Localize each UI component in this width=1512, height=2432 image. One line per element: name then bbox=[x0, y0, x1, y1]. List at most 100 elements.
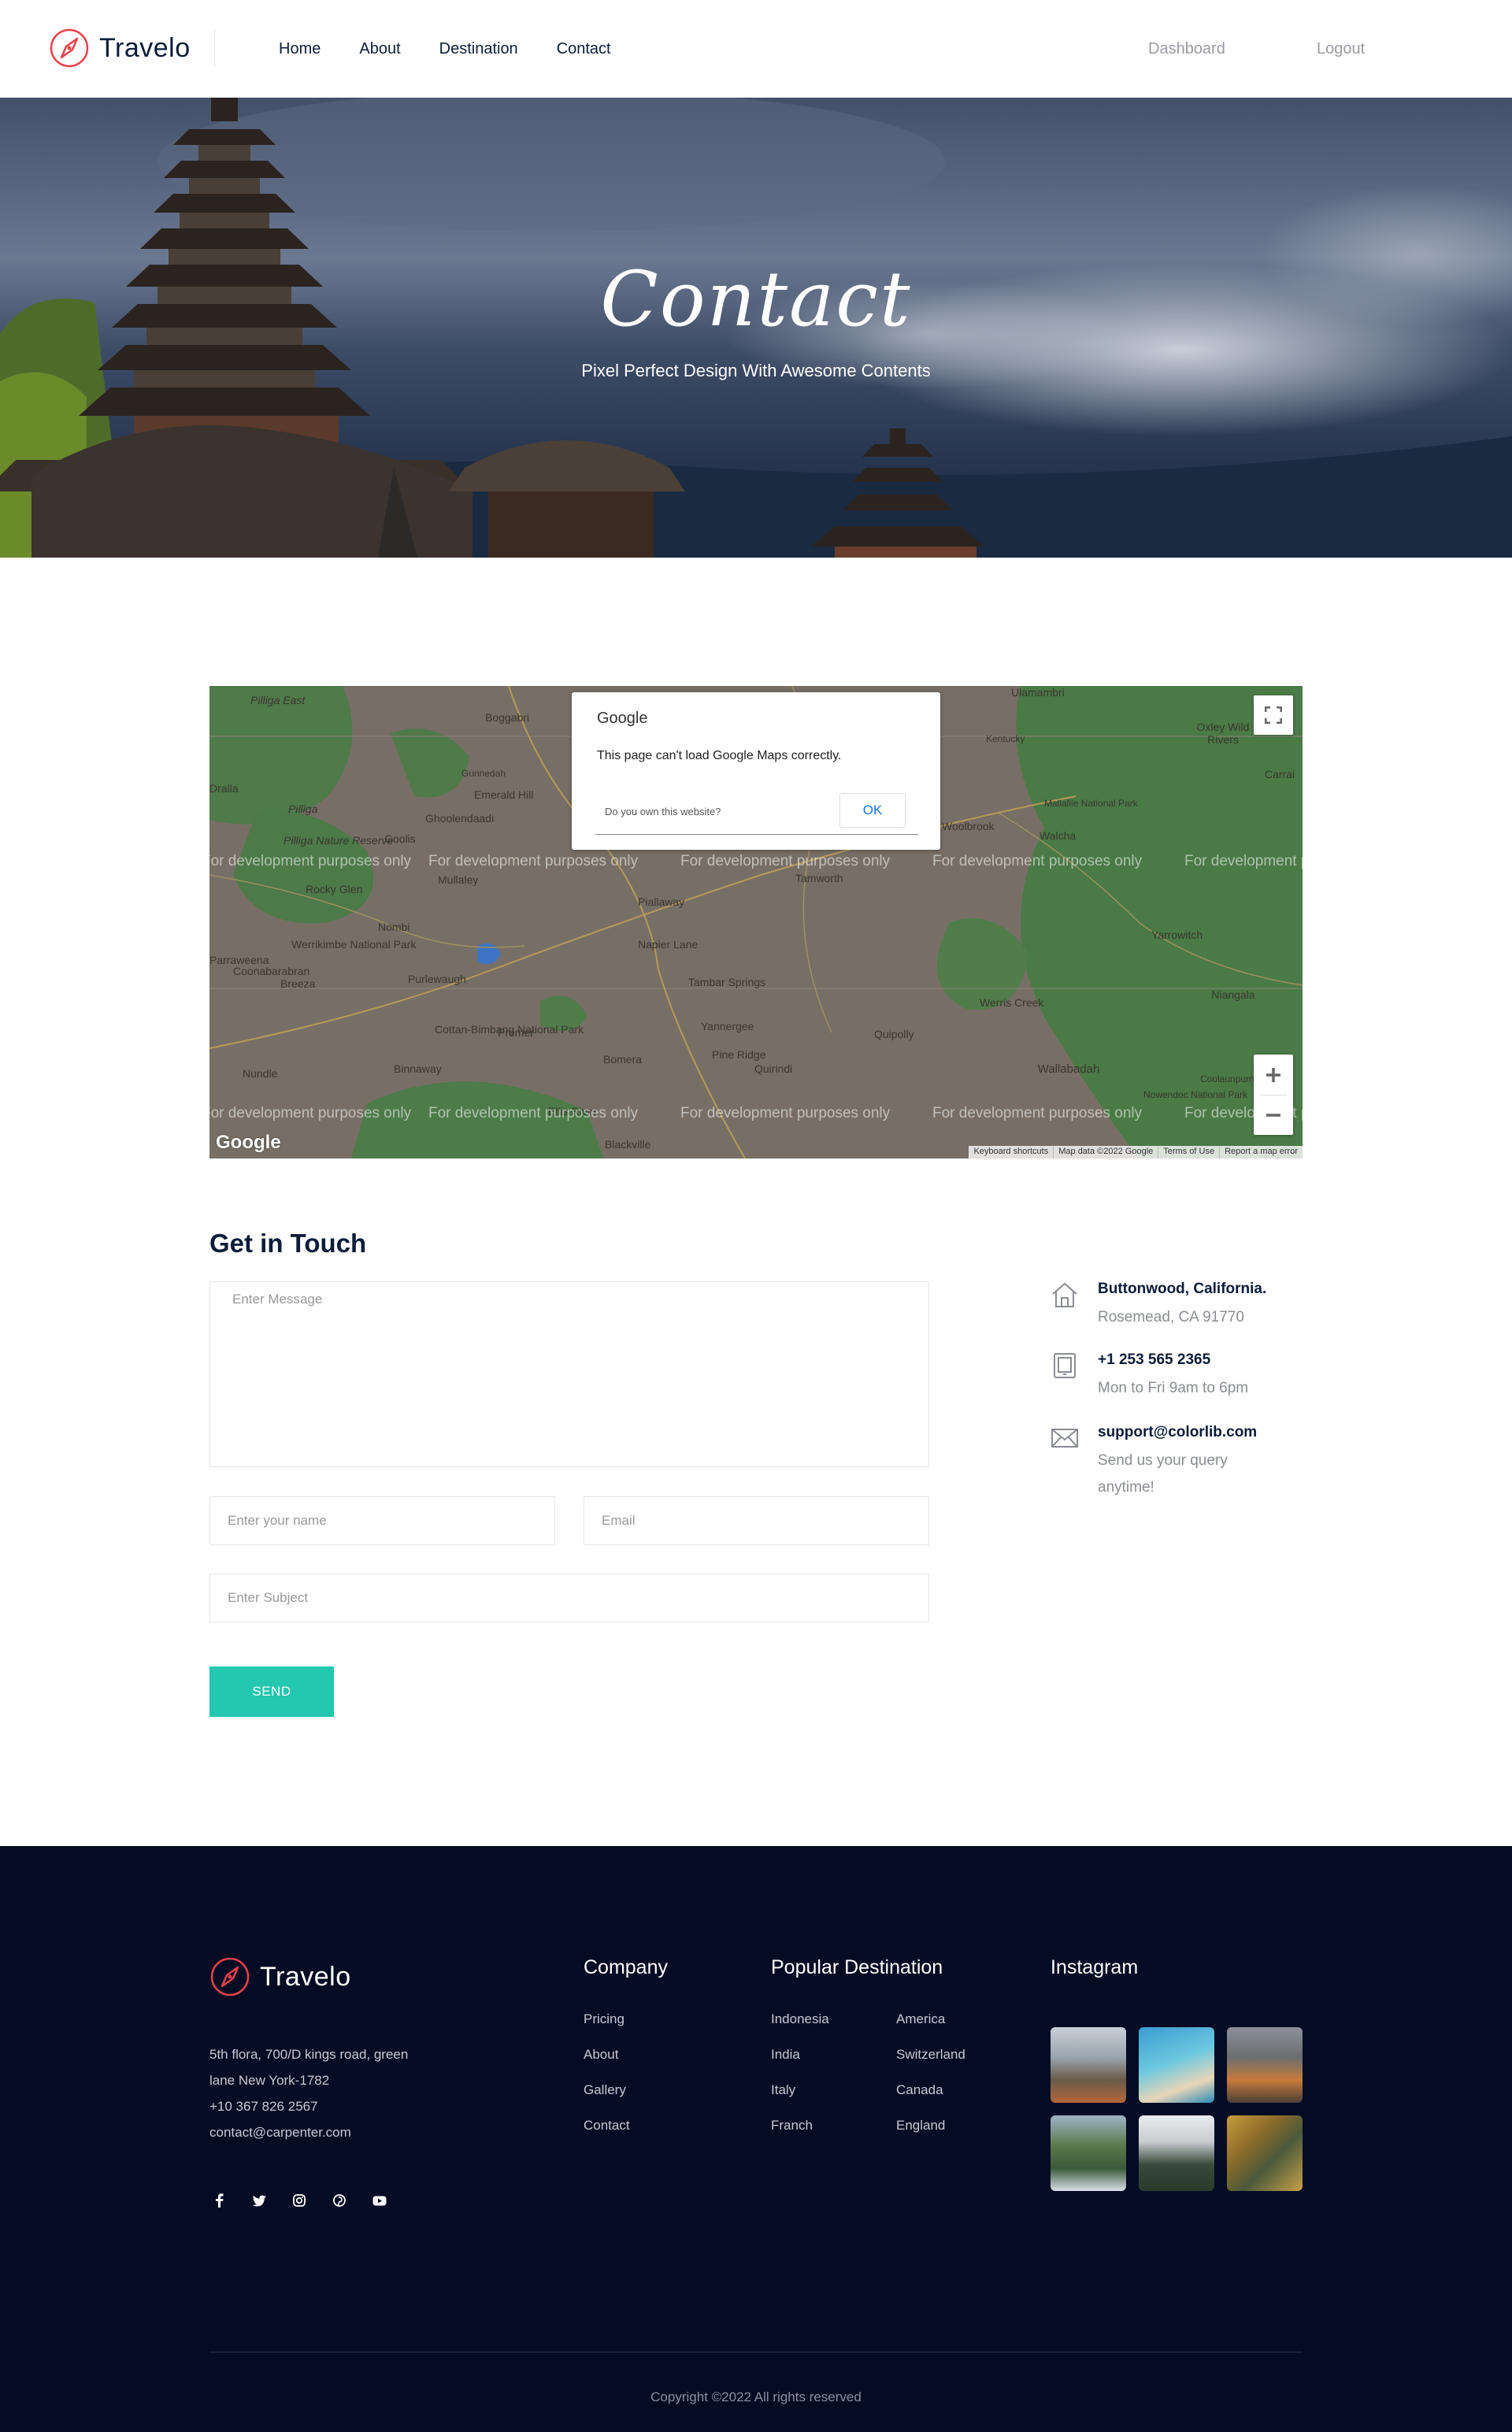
google-map[interactable]: Pilliga East Boggabri Oxley Wild Rivers … bbox=[209, 686, 1303, 1159]
map-zoom-control bbox=[1254, 1055, 1293, 1135]
footer-link-contact[interactable]: Contact bbox=[584, 2118, 630, 2153]
nav-home[interactable]: Home bbox=[279, 40, 321, 58]
footer-link-gallery[interactable]: Gallery bbox=[584, 2082, 630, 2118]
youtube-icon[interactable] bbox=[370, 2191, 389, 2210]
dashboard-link[interactable]: Dashboard bbox=[1148, 40, 1225, 58]
footer-link-about[interactable]: About bbox=[584, 2047, 630, 2082]
footer-link-pricing[interactable]: Pricing bbox=[584, 2011, 630, 2047]
map-place: Breeza bbox=[280, 977, 316, 990]
map-watermark: For development purposes only bbox=[932, 1105, 1143, 1121]
brand-name: Travelo bbox=[99, 32, 191, 63]
google-dialog-logo: Google bbox=[597, 710, 648, 727]
map-data-credit: Map data ©2022 Google bbox=[1053, 1146, 1158, 1159]
compass-icon bbox=[210, 1957, 250, 1996]
company-title: Company bbox=[584, 1956, 668, 1978]
footer-brand-logo[interactable]: Travelo bbox=[209, 1956, 351, 1997]
fullscreen-button[interactable] bbox=[1254, 695, 1293, 735]
send-button[interactable]: SEND bbox=[209, 1666, 334, 1717]
copyright-text: Copyright ©2022 All rights reserved bbox=[650, 2389, 862, 2404]
instagram-icon[interactable] bbox=[290, 2191, 309, 2210]
map-place: Binnaway bbox=[394, 1062, 442, 1075]
google-logo[interactable]: Google bbox=[216, 1132, 281, 1154]
destination-link[interactable]: India bbox=[771, 2047, 829, 2082]
email-sub: Send us your query anytime! bbox=[1098, 1452, 1228, 1496]
company-links: Pricing About Gallery Contact bbox=[584, 2011, 630, 2153]
map-place: Gunnedah bbox=[461, 768, 506, 779]
instagram-photo[interactable] bbox=[1139, 2027, 1214, 2103]
pinterest-icon[interactable] bbox=[330, 2191, 349, 2210]
phone-title: +1 253 565 2365 bbox=[1098, 1351, 1211, 1368]
map-place: Walcha bbox=[1040, 829, 1077, 842]
logout-link[interactable]: Logout bbox=[1317, 40, 1365, 58]
message-textarea[interactable]: Enter Message bbox=[209, 1281, 929, 1467]
destination-link[interactable]: Franch bbox=[771, 2118, 829, 2153]
map-error-question: Do you own this website? bbox=[605, 806, 721, 817]
map-place: Kentucky bbox=[986, 733, 1025, 744]
twitter-icon[interactable] bbox=[250, 2191, 269, 2210]
map-watermark: For development purposes only bbox=[209, 853, 412, 869]
map-watermark: For development purposes only bbox=[209, 1105, 412, 1121]
destination-link[interactable]: Indonesia bbox=[771, 2011, 829, 2047]
map-place: Pilliga East bbox=[250, 694, 306, 706]
compass-icon bbox=[50, 28, 89, 68]
map-place: Pine Ridge bbox=[712, 1048, 766, 1061]
map-place: Niangala bbox=[1211, 988, 1255, 1001]
footer-phone: +10 367 826 2567 bbox=[209, 2099, 318, 2114]
brand-logo[interactable]: Travelo bbox=[49, 27, 191, 69]
map-place: Bomera bbox=[603, 1053, 643, 1066]
nav-destination[interactable]: Destination bbox=[439, 40, 518, 58]
map-place: Dralla bbox=[209, 782, 239, 795]
instagram-photo[interactable] bbox=[1139, 2115, 1214, 2191]
nav-about[interactable]: About bbox=[359, 40, 400, 58]
map-place: Coonabarabran bbox=[233, 965, 310, 977]
email-input[interactable]: Email bbox=[584, 1496, 929, 1545]
keyboard-shortcuts-link[interactable]: Keyboard shortcuts bbox=[969, 1146, 1053, 1159]
destination-link[interactable]: America bbox=[896, 2011, 965, 2047]
destination-link[interactable]: Italy bbox=[771, 2082, 829, 2118]
name-input[interactable]: Enter your name bbox=[209, 1496, 555, 1545]
site-footer: Travelo 5th flora, 700/D kings road, gre… bbox=[0, 1846, 1512, 2432]
report-map-error-link[interactable]: Report a map error bbox=[1219, 1146, 1303, 1159]
facebook-icon[interactable] bbox=[209, 2191, 228, 2210]
fullscreen-icon bbox=[1265, 706, 1282, 724]
map-place: Napier Lane bbox=[638, 938, 699, 951]
map-place: Quipolly bbox=[874, 1028, 914, 1040]
instagram-title: Instagram bbox=[1051, 1956, 1139, 1978]
destination-link[interactable]: Canada bbox=[896, 2082, 965, 2118]
instagram-photo[interactable] bbox=[1227, 2115, 1303, 2191]
map-place: Goolis bbox=[384, 832, 416, 845]
address-line: lane New York-1782 bbox=[209, 2073, 330, 2088]
destination-link[interactable]: England bbox=[896, 2118, 965, 2153]
minus-icon bbox=[1266, 1113, 1280, 1117]
map-watermark: For development purposes only bbox=[680, 853, 891, 869]
site-header: Travelo Home About Destination Contact D… bbox=[0, 0, 1512, 98]
email-title: support@colorlib.com bbox=[1098, 1424, 1258, 1440]
map-place: Blackville bbox=[605, 1138, 651, 1151]
main-nav: Home About Destination Contact bbox=[279, 0, 650, 98]
destination-links-right: America Switzerland Canada England bbox=[896, 2011, 965, 2153]
footer-email: contact@carpenter.com bbox=[209, 2125, 351, 2140]
destination-link[interactable]: Switzerland bbox=[896, 2047, 965, 2082]
map-place: Tamworth bbox=[795, 872, 843, 884]
nav-contact[interactable]: Contact bbox=[557, 40, 611, 58]
instagram-photo[interactable] bbox=[1227, 2027, 1303, 2103]
zoom-in-button[interactable] bbox=[1254, 1055, 1293, 1095]
map-place: Nombi bbox=[378, 921, 410, 933]
terms-of-use-link[interactable]: Terms of Use bbox=[1158, 1146, 1219, 1159]
map-place: Mallaliie National Park bbox=[1044, 798, 1138, 809]
subject-input[interactable]: Enter Subject bbox=[209, 1574, 929, 1622]
map-place: Nundle bbox=[243, 1067, 278, 1080]
map-watermark: For development purposes only bbox=[428, 1105, 639, 1121]
phone-sub: Mon to Fri 9am to 6pm bbox=[1098, 1380, 1249, 1396]
instagram-photo[interactable] bbox=[1051, 2027, 1126, 2103]
zoom-out-button[interactable] bbox=[1254, 1095, 1293, 1135]
map-ok-button[interactable]: OK bbox=[839, 793, 906, 828]
map-place: Coolaunpurna bbox=[1200, 1073, 1260, 1084]
instagram-photo[interactable] bbox=[1051, 2115, 1126, 2191]
hero-subtitle: Pixel Perfect Design With Awesome Conten… bbox=[581, 361, 931, 380]
map-place: Emerald Hill bbox=[474, 788, 534, 801]
map-place: Quirindi bbox=[754, 1062, 793, 1075]
plus-icon bbox=[1266, 1067, 1280, 1082]
contact-title: Get in Touch bbox=[209, 1229, 367, 1258]
map-place: Rocky Glen bbox=[306, 883, 363, 895]
